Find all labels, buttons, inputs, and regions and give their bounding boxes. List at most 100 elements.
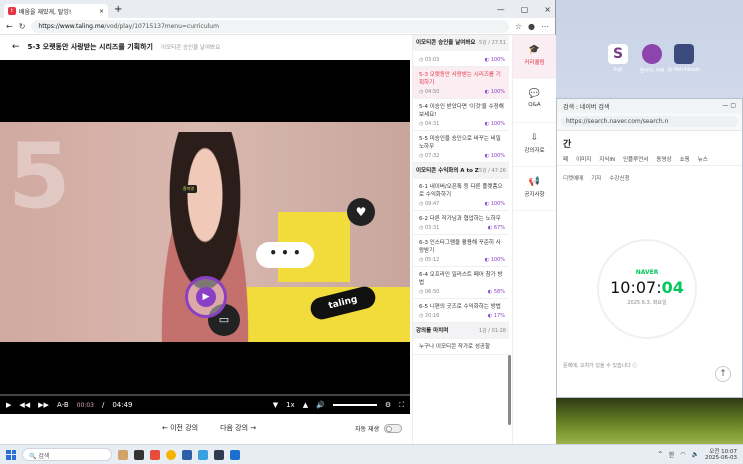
speed-down-icon[interactable]: ▼ <box>273 401 278 409</box>
naver-tab[interactable]: 이미지 <box>576 155 591 163</box>
play-icon[interactable]: ▶ <box>6 401 11 409</box>
curriculum-section[interactable]: 강의를 마치며 1강 / 01:28 <box>413 323 509 339</box>
naver-tab[interactable]: 지식iN <box>599 155 615 163</box>
star-icon[interactable]: ☆ <box>515 22 522 31</box>
curriculum-item[interactable]: 6-3 인스타그램을 활용해 꾸준히 사랑받기 ◷ 05:12 ◐ 100% <box>413 235 509 267</box>
instructor-badge: 환저영 <box>180 185 198 193</box>
time-separator: / <box>101 401 105 409</box>
curriculum-item[interactable]: 5-4 이승인 받았다면 '이것'을 수정해 보세요! ◷ 04:31 ◐ 100% <box>413 99 509 131</box>
back-arrow-icon[interactable]: ← <box>12 42 20 52</box>
naver-tab[interactable]: 페 <box>563 155 568 163</box>
curriculum-item[interactable]: 5-3 오랫동안 사랑받는 시리즈를 기획하기 ◷ 04:50 ◐ 100% <box>413 67 509 99</box>
profile-avatar-icon[interactable]: ● <box>528 22 535 31</box>
more-icon[interactable]: ⋯ <box>541 22 549 31</box>
side-tab-1[interactable]: 💬 Q&A <box>513 79 556 123</box>
url-field[interactable]: https://www.taling.me/vod/play/10715137m… <box>31 19 509 33</box>
rewind-icon[interactable]: ◀◀ <box>19 401 30 409</box>
naver-tab-title[interactable]: 검색 : 네이버 검색 <box>563 102 609 111</box>
curriculum-item[interactable]: 6-5 니편의 굿즈로 수익화하는 방법 ◷ 20:16 ◐ 17% <box>413 299 509 323</box>
curriculum-item[interactable]: 6-4 오프라인 일러스트 페어 참가 방법 ◷ 06:50 ◐ 58% <box>413 267 509 299</box>
naver-subtab[interactable]: 기자 <box>591 174 601 182</box>
background-number: 5 <box>8 124 71 229</box>
curriculum-section[interactable]: 이모티콘 수익화의 A to Z 5강 / 47:26 <box>413 163 509 179</box>
maximize-icon[interactable]: ▢ <box>521 5 529 14</box>
prev-lecture-button[interactable]: ← 이전 강의 <box>162 423 198 433</box>
window-controls[interactable]: — ▢ <box>722 102 736 110</box>
player-controls: ▶ ◀◀ ▶▶ A-B 00:03 / 04:49 ▼ 1x ▲ 🔊 ⚙ ⛶ <box>0 396 410 414</box>
naver-clock-widget: NAVER 10:07:04 2025.6.3. 화요일 <box>597 239 697 339</box>
side-tab-3[interactable]: 📢 공지사항 <box>513 167 556 211</box>
desktop-icon-label: Sqil <box>613 67 623 73</box>
next-lecture-button[interactable]: 다음 강의 → <box>220 423 256 433</box>
tray-arrow-icon[interactable]: ^ <box>658 451 663 458</box>
volume-slider[interactable] <box>332 404 377 406</box>
scroll-top-button[interactable]: ↑ <box>715 366 731 382</box>
play-button[interactable]: ▶ <box>185 276 227 318</box>
progress-percent: ◐ 67% <box>487 225 505 231</box>
curriculum-section[interactable]: 이모티콘 승인을 날여봐요 5강 / 27:51 <box>413 35 509 51</box>
naver-tab[interactable]: 동영상 <box>656 155 671 163</box>
naver-browser-window: 검색 : 네이버 검색 — ▢ https://search.naver.com… <box>556 98 743 398</box>
curriculum-item[interactable]: 5-5 미승인을 승인으로 바꾸는 비밀 노하우 ◷ 07:32 ◐ 100% <box>413 131 509 163</box>
taskbar-clock[interactable]: 오전 10:07 2025-06-03 <box>705 449 737 461</box>
naver-note: 문제에, 오차가 있을 수 있습니다 ⓘ <box>563 363 638 369</box>
taskbar-app-icon[interactable] <box>118 449 128 460</box>
desktop-icon-patchbook[interactable]: Jb Patchbook <box>664 44 704 73</box>
minimize-icon[interactable]: — <box>497 5 505 14</box>
curriculum-item[interactable]: 6-2 다른 작가님과 협업하는 노하우 ◷ 03:31 ◐ 67% <box>413 211 509 235</box>
new-tab-icon[interactable]: + <box>114 4 122 15</box>
side-tab-2[interactable]: ⇩ 강의자료 <box>513 123 556 167</box>
speed-up-icon[interactable]: ▲ <box>303 401 308 409</box>
speed-value[interactable]: 1x <box>286 401 295 409</box>
speech-bubble: • • • <box>256 242 314 268</box>
wallpaper-grass <box>556 398 743 444</box>
video-player[interactable]: 5 환저영 • • • ♥ ▭ taling ▶ <box>0 60 410 395</box>
naver-tab[interactable]: 쇼핑 <box>680 155 690 163</box>
naver-address-bar: https://search.naver.com/search.n <box>557 113 742 131</box>
curriculum-scrollbar[interactable] <box>508 355 511 425</box>
current-time: 00:03 <box>76 401 94 409</box>
clock-icon: ◷ 03:31 <box>419 225 440 231</box>
windows-start-icon[interactable] <box>6 449 16 460</box>
taskbar-app-icon[interactable] <box>198 449 208 460</box>
refresh-icon[interactable]: ↻ <box>19 22 26 31</box>
back-icon[interactable]: ← <box>6 22 13 31</box>
taskbar-app-icon[interactable] <box>182 449 192 460</box>
curriculum-item[interactable]: ◷ 03:03 ◐ 100% <box>413 51 509 67</box>
naver-tab[interactable]: 인플루언서 <box>623 155 648 163</box>
close-tab-icon[interactable]: × <box>99 8 104 15</box>
progress-percent: ◐ 100% <box>484 121 505 127</box>
chrome-icon[interactable] <box>166 449 176 460</box>
taskbar-app-icon[interactable] <box>134 449 144 460</box>
naver-subtab[interactable]: 디켓예매 <box>563 174 583 182</box>
lecture-header: ← 5-3 오랫동안 사랑받는 시리즈를 기획하기 이모티콘 승인율 날여봐요 <box>0 35 410 59</box>
photoshop-icon[interactable] <box>214 449 224 460</box>
curriculum-item[interactable]: 6-1 네이버/오픈톡 등 다른 플랫폼으로 수익화하기 ◷ 09:47 ◐ 100… <box>413 179 509 211</box>
taskbar-search[interactable]: 🔍 검색 <box>22 448 112 461</box>
volume-icon[interactable]: 🔊 <box>316 401 325 409</box>
curriculum-item[interactable]: 누구나 이모티콘 작가로 성공할 <box>413 339 509 355</box>
settings-icon[interactable]: ⚙ <box>385 401 391 409</box>
naver-url-field[interactable]: https://search.naver.com/search.n <box>561 116 738 127</box>
download-icon: ⇩ <box>530 133 539 143</box>
naver-tab[interactable]: 뉴스 <box>698 155 708 163</box>
fullscreen-icon[interactable]: ⛶ <box>399 401 404 410</box>
naver-subtab[interactable]: 수강신청 <box>609 174 629 182</box>
edge-icon[interactable] <box>230 449 240 460</box>
ime-indicator[interactable]: 한 <box>669 450 675 459</box>
wifi-icon[interactable]: ◠ <box>680 451 685 458</box>
speaker-icon[interactable]: 🔈 <box>692 451 699 458</box>
side-tab-0[interactable]: 🎓 커리큘럼 <box>513 35 556 79</box>
browser-tab[interactable]: t 배움을 재밌게, 탈잉! × <box>4 4 108 18</box>
progress-percent: ◐ 100% <box>484 89 505 95</box>
progress-percent: ◐ 100% <box>484 257 505 263</box>
clock-time: 10:07:04 <box>610 278 684 297</box>
progress-percent: ◐ 100% <box>484 57 505 63</box>
chat-icon: 💬 <box>528 89 541 99</box>
forward-icon[interactable]: ▶▶ <box>38 401 49 409</box>
autoplay-toggle[interactable] <box>384 423 402 433</box>
taskbar-app-icon[interactable] <box>150 449 160 460</box>
video-frame: 5 환저영 • • • ♥ ▭ taling ▶ <box>0 122 410 342</box>
close-window-icon[interactable]: × <box>544 5 551 14</box>
ab-repeat-button[interactable]: A-B <box>57 401 69 409</box>
